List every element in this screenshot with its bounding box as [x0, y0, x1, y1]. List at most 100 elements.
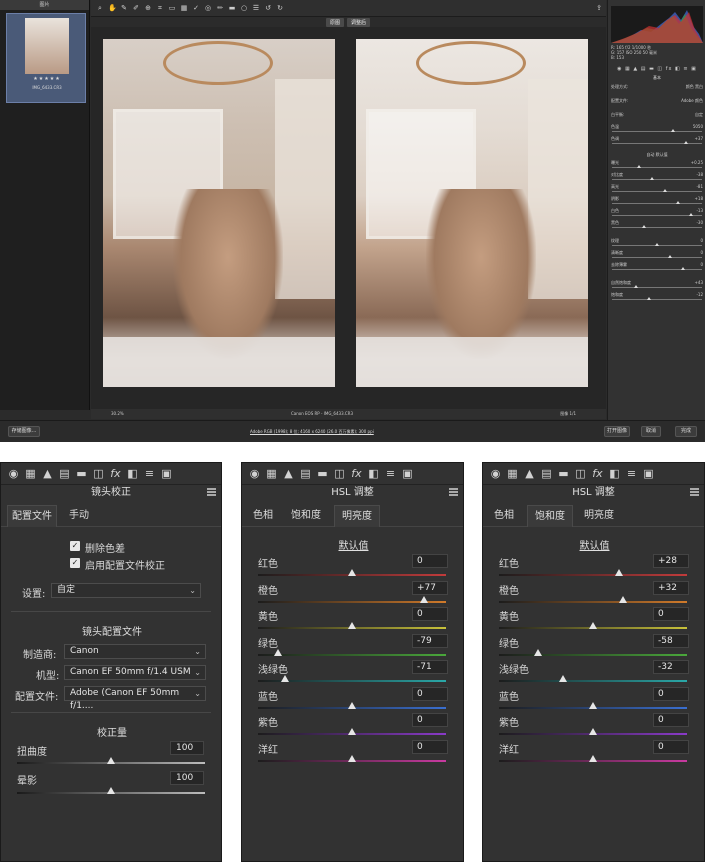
red-eye-icon[interactable]: ◎ — [204, 4, 212, 12]
camera-calibration-icon[interactable]: ◧ — [126, 467, 139, 480]
hsl-row-value[interactable]: -32 — [653, 660, 689, 674]
panel-menu-icon[interactable] — [207, 488, 216, 496]
basic-slider-value[interactable]: 0 — [700, 262, 703, 267]
graduated-filter-icon[interactable]: ▬ — [228, 4, 236, 12]
preferences-icon[interactable]: ☰ — [252, 4, 260, 12]
hsl-row-value[interactable]: 0 — [412, 739, 448, 754]
hsl-row-slider-track[interactable] — [258, 653, 446, 656]
snapshots-icon[interactable]: ▣ — [642, 467, 655, 480]
basic-slider-value[interactable]: 5050 — [693, 124, 703, 129]
hsl-row-slider-track[interactable] — [258, 600, 446, 603]
camera-calibration-icon[interactable]: ◧ — [367, 467, 380, 480]
cancel-button[interactable]: 取消 — [641, 426, 661, 437]
basic-slider-value[interactable]: +43 — [695, 280, 703, 285]
hsl-row-value[interactable]: -79 — [412, 633, 448, 648]
basic-slider-value[interactable]: 自定 — [695, 112, 703, 118]
basic-slider-thumb[interactable] — [647, 297, 651, 300]
tab-luminance[interactable]: 明亮度 — [579, 505, 619, 527]
hsl-row-slider-thumb[interactable] — [558, 675, 567, 682]
export-icon[interactable]: ⇪ — [596, 4, 602, 12]
basic-slider-track[interactable] — [612, 285, 702, 288]
hsl-row-slider-thumb[interactable] — [589, 622, 597, 629]
vignette-slider-thumb[interactable] — [107, 787, 115, 794]
filmstrip-thumbnail[interactable]: ★★★★★ IMG_6433.CR3 — [6, 13, 86, 103]
hsl-row-slider-thumb[interactable] — [615, 569, 624, 576]
fx-icon[interactable]: fx — [109, 467, 122, 480]
hsl-row-slider-thumb[interactable] — [348, 728, 356, 735]
basic-slider-value[interactable]: +0.25 — [691, 160, 703, 165]
hsl-row-slider-thumb[interactable] — [420, 595, 429, 603]
basic-slider-value[interactable]: -81 — [696, 184, 703, 189]
hsl-row-slider-track[interactable] — [499, 680, 687, 682]
tab-manual[interactable]: 手动 — [59, 505, 99, 527]
radial-filter-icon[interactable]: ○ — [240, 4, 248, 12]
basic-slider-track[interactable] — [612, 225, 702, 228]
save-image-button[interactable]: 存储图像... — [8, 426, 40, 437]
basic-slider-value[interactable]: -30 — [696, 220, 703, 225]
tab-hue[interactable]: 色相 — [489, 505, 519, 527]
basic-slider-track[interactable] — [612, 129, 702, 132]
hsl-row-slider-thumb[interactable] — [348, 569, 356, 576]
tab-saturation[interactable]: 饱和度 — [527, 505, 573, 527]
default-values-link[interactable]: 默认值 — [242, 537, 465, 552]
tab-luminance[interactable]: 明亮度 — [334, 505, 380, 527]
white-balance-tool-icon[interactable]: ✎ — [120, 4, 128, 12]
panel-tab-icons[interactable]: ◉ ▦ ▲ ▤ ▬ ◫ fx ◧ ≡ ▣ — [608, 66, 705, 74]
hsl-icon[interactable]: ▤ — [58, 467, 71, 480]
hsl-row-slider-thumb[interactable] — [589, 754, 597, 762]
rotate-left-icon[interactable]: ↺ — [264, 4, 272, 12]
hsl-row-value[interactable]: 0 — [653, 713, 689, 727]
zoom-level[interactable]: 30.2% — [111, 411, 124, 416]
snapshots-icon[interactable]: ▣ — [160, 467, 173, 480]
fx-icon[interactable]: fx — [591, 467, 604, 480]
tab-hue[interactable]: 色相 — [248, 505, 278, 527]
basic-slider-thumb[interactable] — [689, 213, 693, 216]
presets-icon[interactable]: ≡ — [625, 467, 638, 480]
basic-slider-thumb[interactable] — [655, 243, 659, 246]
fx-icon[interactable]: fx — [350, 467, 363, 480]
lens-icon[interactable]: ◫ — [92, 467, 105, 480]
aperture-icon[interactable]: ◉ — [248, 467, 261, 480]
aperture-icon[interactable]: ◉ — [7, 467, 20, 480]
basic-slider-value[interactable]: +37 — [695, 136, 703, 141]
basic-slider-track[interactable] — [612, 267, 702, 270]
split-tone-icon[interactable]: ▬ — [557, 467, 570, 480]
hsl-row-slider-thumb[interactable] — [348, 754, 356, 762]
profile-dropdown[interactable]: Adobe (Canon EF 50mm f/1.... ⌄ — [64, 686, 206, 711]
grid-icon[interactable]: ▦ — [506, 467, 519, 480]
hsl-row-value[interactable]: 0 — [412, 607, 448, 621]
setup-dropdown[interactable]: 自定 ⌄ — [51, 583, 201, 598]
rating-stars[interactable]: ★★★★★ — [7, 76, 87, 82]
hsl-row-value[interactable]: +77 — [412, 580, 448, 595]
basic-slider-track[interactable] — [612, 201, 702, 204]
preview-canvas[interactable] — [91, 27, 606, 409]
hsl-row-value[interactable]: 0 — [412, 554, 448, 568]
basic-slider-value[interactable]: -38 — [696, 172, 703, 177]
hsl-row-value[interactable]: 0 — [412, 713, 448, 727]
basic-slider-track[interactable] — [612, 213, 702, 216]
basic-slider-thumb[interactable] — [642, 225, 646, 228]
hsl-row-value[interactable]: 0 — [653, 739, 689, 754]
zoom-tool-icon[interactable]: ⌕ — [96, 4, 104, 12]
basic-slider-track[interactable] — [612, 141, 702, 144]
basic-slider-value[interactable]: +18 — [695, 196, 703, 201]
lens-icon[interactable]: ◫ — [574, 467, 587, 480]
hsl-row-value[interactable]: 0 — [653, 686, 689, 701]
hsl-row-value[interactable]: 0 — [412, 686, 448, 701]
mountain-icon[interactable]: ▲ — [41, 467, 54, 480]
hsl-row-slider-thumb[interactable] — [589, 701, 597, 709]
lens-icon[interactable]: ◫ — [333, 467, 346, 480]
distortion-slider-thumb[interactable] — [107, 757, 115, 764]
basic-slider-thumb[interactable] — [684, 141, 688, 144]
hsl-row-slider-track[interactable] — [499, 574, 687, 576]
rotate-right-icon[interactable]: ↻ — [276, 4, 284, 12]
basic-slider-thumb[interactable] — [668, 255, 672, 258]
basic-slider-track[interactable] — [612, 177, 702, 180]
basic-slider-thumb[interactable] — [676, 201, 680, 204]
grid-icon[interactable]: ▦ — [24, 467, 37, 480]
spot-removal-icon[interactable]: ✓ — [192, 4, 200, 12]
basic-slider-value[interactable]: 0 — [700, 238, 703, 243]
mountain-icon[interactable]: ▲ — [282, 467, 295, 480]
hsl-row-value[interactable]: -58 — [653, 633, 689, 648]
presets-icon[interactable]: ≡ — [384, 467, 397, 480]
